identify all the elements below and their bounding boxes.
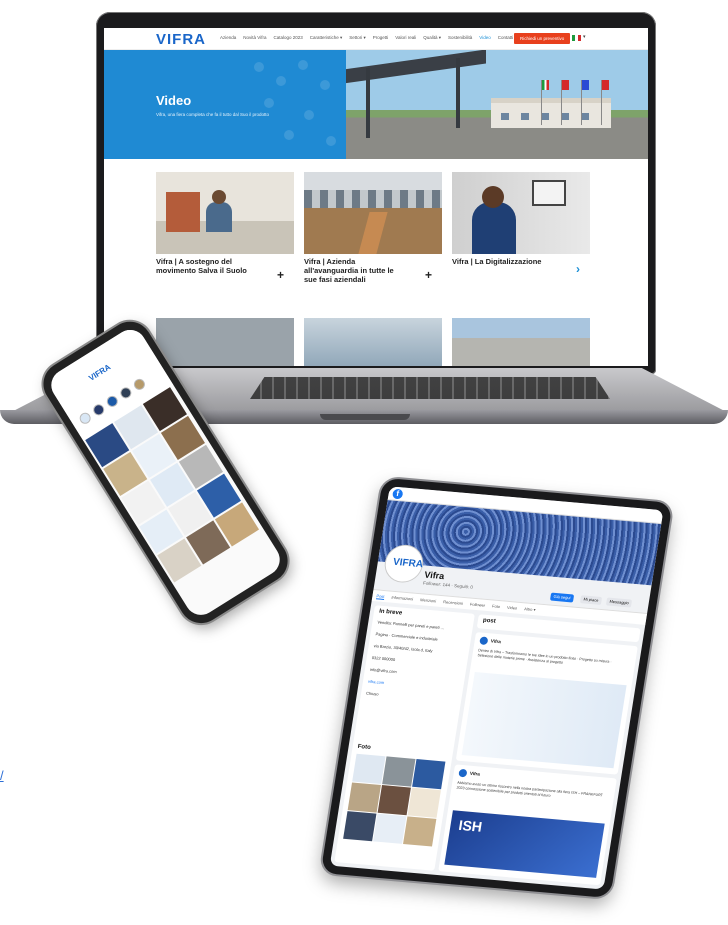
highlight-icon[interactable] — [131, 376, 148, 392]
page-link[interactable]: / — [0, 768, 4, 783]
tab-followers[interactable]: Follower — [470, 602, 486, 608]
menu-item-settori[interactable]: Settori ▾ — [349, 35, 366, 41]
photo-thumb[interactable] — [412, 759, 446, 790]
video-thumbnail[interactable] — [452, 172, 590, 254]
posts-column: post Vifra Dentro di Vifra – Trasformiam… — [438, 614, 641, 886]
video-card[interactable]: Vifra | La Digitalizzazione › — [452, 172, 590, 276]
video-card[interactable]: Vifra | Azienda all'avanguardia in tutte… — [304, 172, 442, 284]
tab-video[interactable]: Video — [507, 605, 518, 611]
site-logo[interactable]: VIFRA — [156, 31, 206, 48]
tab-mentions[interactable]: Menzioni — [420, 597, 437, 603]
video-title[interactable]: Vifra | Azienda all'avanguardia in tutte… — [304, 257, 404, 284]
page-address[interactable]: via Barzio, 30/40/42, Isola d, Italy — [373, 643, 433, 653]
photo-thumb[interactable] — [352, 753, 386, 784]
video-title[interactable]: Vifra | La Digitalizzazione — [452, 257, 552, 266]
quote-button[interactable]: Richiedi un preventivo — [514, 33, 571, 44]
post-card: Vifra Dentro di Vifra – Trasformiamo le … — [455, 632, 638, 775]
page-website[interactable]: vifra.com — [368, 679, 385, 685]
page-hours: Chiuso — [365, 690, 380, 697]
plus-icon[interactable]: + — [425, 268, 432, 282]
follow-button[interactable]: Già segui — [549, 592, 575, 603]
menu-item-novita[interactable]: Novità Vifra — [243, 35, 266, 41]
photo-thumb[interactable] — [403, 816, 437, 847]
hero-photo — [346, 50, 648, 159]
post-text: Dentro di Vifra – Trasformiamo le tue id… — [477, 648, 612, 665]
post-card: Vifra Abbiamo avuto un ottimo riscontro … — [438, 764, 617, 886]
page-category: Pagina · Commerciale e industriale — [375, 631, 439, 642]
photo-thumb[interactable] — [407, 787, 441, 818]
menu-item-azienda[interactable]: Azienda — [220, 35, 236, 41]
highlight-icon[interactable] — [104, 393, 120, 409]
posts-title: post — [482, 617, 497, 625]
menu-item-sostenibilita[interactable]: Sostenibilità — [448, 35, 472, 41]
photos-grid — [343, 753, 446, 847]
photo-thumb[interactable] — [347, 782, 381, 813]
tablet-device: f VIFRA Vifra Follower: 144 · Seguiti: 0… — [317, 477, 722, 923]
site-header: VIFRA Azienda Novità Vifra Catalogo 2023… — [104, 28, 648, 50]
post-author[interactable]: Vifra — [490, 638, 501, 644]
highlight-icon[interactable] — [118, 385, 134, 401]
video-thumbnail[interactable] — [304, 318, 442, 366]
menu-item-contatti[interactable]: Contatti — [498, 35, 514, 41]
like-button[interactable]: Mi piace — [579, 595, 603, 605]
intro-title: In breve — [378, 608, 403, 617]
laptop-keyboard — [250, 377, 610, 399]
tab-more[interactable]: Altro ▾ — [524, 606, 536, 612]
post-avatar[interactable] — [458, 768, 468, 778]
menu-item-caratteristiche[interactable]: Caratteristiche ▾ — [310, 35, 343, 41]
menu-item-catalogo[interactable]: Catalogo 2023 — [273, 35, 302, 41]
page-name: Vifra — [423, 569, 446, 582]
page-phone[interactable]: 0322 000000 — [371, 655, 395, 662]
tab-post[interactable]: Post — [376, 592, 386, 600]
post-avatar[interactable] — [479, 636, 489, 646]
post-author[interactable]: Vifra — [470, 771, 481, 777]
photo-thumb[interactable] — [382, 756, 416, 787]
hero-blue-panel: Video Vifra, una fiera completa che fa i… — [104, 50, 346, 159]
instagram-avatar-logo: VIFRA — [87, 362, 113, 383]
intro-description: Vendita: Pannelli per pareti e pareti ..… — [377, 619, 445, 631]
site-menu: Azienda Novità Vifra Catalogo 2023 Carat… — [220, 35, 513, 41]
tab-photos[interactable]: Foto — [492, 603, 501, 609]
followers-count[interactable]: Follower: 144 · Seguiti: 0 — [423, 580, 473, 589]
video-thumbnail[interactable] — [452, 318, 590, 366]
menu-item-progetti[interactable]: Progetti — [373, 35, 389, 41]
post-text: Abbiamo avuto un ottimo riscontro nella … — [456, 780, 604, 798]
photos-title: Foto — [357, 743, 372, 751]
post-image[interactable] — [461, 672, 627, 769]
laptop-screen: VIFRA Azienda Novità Vifra Catalogo 2023… — [104, 28, 648, 366]
highlight-icon[interactable] — [91, 402, 107, 418]
composite-showcase: VIFRA Azienda Novità Vifra Catalogo 2023… — [0, 0, 728, 925]
laptop-notch — [320, 414, 410, 420]
highlight-icon[interactable] — [77, 410, 93, 426]
message-button[interactable]: Messaggio — [605, 597, 633, 608]
hero-banner: Video Vifra, una fiera completa che fa i… — [104, 50, 648, 159]
chevron-right-icon[interactable]: › — [576, 262, 580, 276]
italy-flag-icon[interactable] — [572, 35, 581, 41]
tab-reviews[interactable]: Recensioni — [443, 599, 464, 606]
video-thumbnail[interactable] — [156, 172, 294, 254]
video-card[interactable]: Vifra | A sostegno del movimento Salva i… — [156, 172, 294, 282]
plus-icon[interactable]: + — [277, 268, 284, 282]
menu-item-qualita[interactable]: Qualità ▾ — [423, 35, 441, 41]
menu-item-video[interactable]: Video — [479, 35, 490, 41]
hero-title: Video — [156, 93, 192, 108]
menu-item-valori[interactable]: Valori reali — [395, 35, 416, 41]
hero-subtitle: Vifra, una fiera completa che fa il tutt… — [156, 112, 269, 117]
language-caret-icon[interactable]: ▾ — [583, 34, 586, 40]
page-email[interactable]: info@vifra.com — [370, 667, 397, 674]
video-thumbnail[interactable] — [304, 172, 442, 254]
facebook-logo-icon[interactable]: f — [391, 488, 404, 500]
tab-info[interactable]: Informazioni — [391, 595, 414, 602]
photo-thumb[interactable] — [373, 813, 407, 844]
video-title[interactable]: Vifra | A sostegno del movimento Salva i… — [156, 257, 256, 275]
photo-thumb[interactable] — [377, 785, 411, 816]
post-image[interactable]: ISH — [444, 810, 605, 878]
photo-thumb[interactable] — [343, 811, 377, 842]
